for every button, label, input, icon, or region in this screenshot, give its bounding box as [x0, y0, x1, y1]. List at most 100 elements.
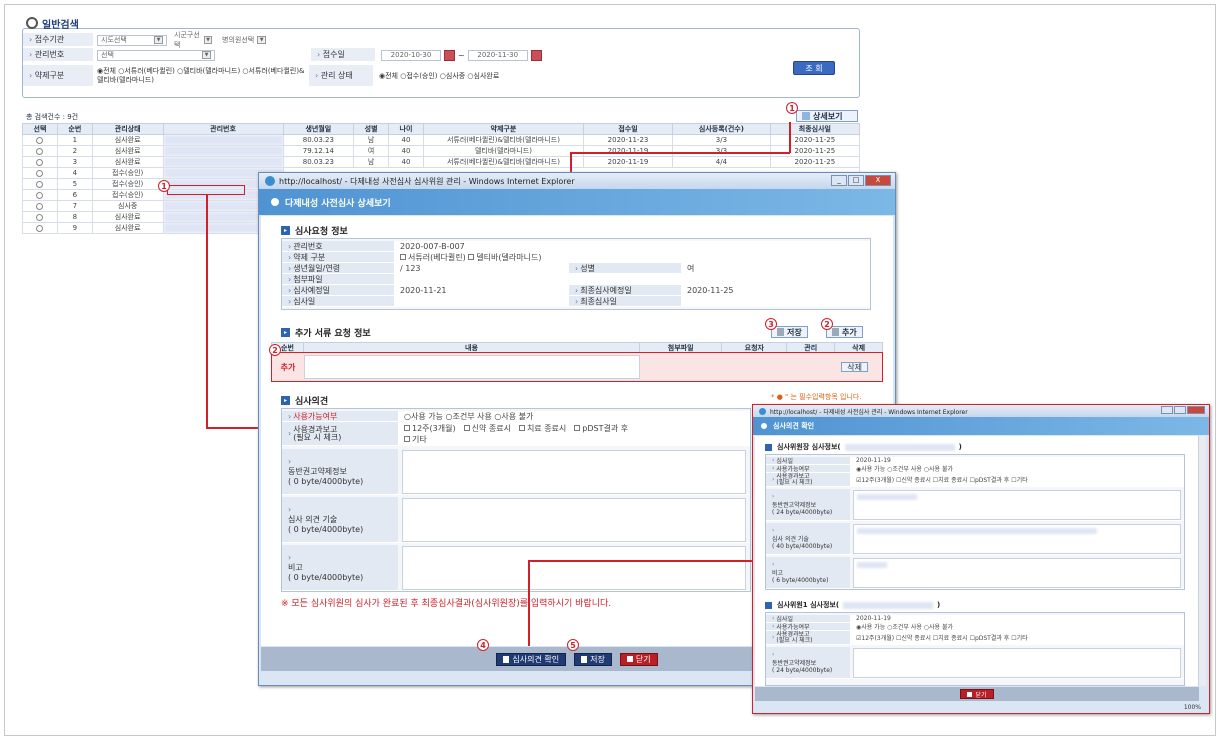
- concomitant-textarea[interactable]: [402, 449, 746, 494]
- date-to-input[interactable]: 2020-11-30: [467, 49, 528, 61]
- section-icon: [765, 443, 772, 451]
- row-radio[interactable]: [36, 180, 44, 188]
- receipt-date-label: 접수일: [311, 48, 375, 62]
- save-button[interactable]: 저장: [574, 652, 612, 666]
- minimize-button[interactable]: _: [831, 175, 847, 186]
- close-window-button[interactable]: X: [865, 175, 891, 186]
- close-window-button[interactable]: [1187, 406, 1205, 414]
- manage-no-label: 관리번호: [23, 48, 93, 62]
- table-row[interactable]: 2 심사완료 79.12.14 여 40 델티바(델라마니드) 2020-11-19 3/3 2…: [22, 145, 861, 157]
- opinion-section-title: ▸ 심사의견: [281, 394, 328, 407]
- document-icon: [503, 655, 510, 663]
- byte-counter: ( 0 byte/4000byte): [288, 573, 364, 582]
- row-radio[interactable]: [36, 136, 44, 144]
- row-radio[interactable]: [36, 169, 44, 177]
- close-button[interactable]: 닫기: [619, 652, 658, 666]
- scrollbar[interactable]: [1198, 436, 1206, 686]
- search-icon: [26, 17, 38, 29]
- sigungu-select[interactable]: 시군구선택 ▼: [171, 31, 215, 49]
- result-label: 사용경과보고 (필요 시 체크): [282, 422, 398, 445]
- chair-form: 심사일2020-11-19 사용가능여부◉사용 가능 ○조건부 사용 ○사용 불…: [765, 454, 1185, 590]
- detail-view-button[interactable]: 상세보기: [796, 110, 858, 122]
- drug-type-radios[interactable]: ◉전체 ○서튜러(베다퀼린) ○델티바(델라마니드) ○서튜러(베다퀼린)&델티…: [93, 67, 309, 85]
- close-icon: [967, 691, 973, 697]
- add-icon: [832, 328, 839, 336]
- section-icon: ▸: [281, 396, 290, 405]
- status-label: 관리 상태: [309, 65, 373, 87]
- col-header: 접수일: [582, 123, 674, 135]
- delete-button[interactable]: 삭제: [841, 362, 868, 372]
- review-plan-value: 2020-11-21: [394, 285, 569, 295]
- opinion-banner: 심사의견 확인: [753, 417, 1209, 435]
- row-radio[interactable]: [36, 147, 44, 155]
- col-header: 관리번호: [162, 123, 284, 135]
- minimize-button[interactable]: [1161, 406, 1173, 414]
- window-title: http://localhost/ - 다제내성 사전심사 심사위원 관리 - …: [279, 176, 575, 186]
- final-review-warning: ※ 모든 심사위원의 심사가 완료된 후 최종심사결과(심사위원장)를 입력하시…: [281, 599, 612, 609]
- date-separator: ~: [458, 50, 465, 60]
- opinion-label: 심사 의견 기술: [288, 515, 338, 524]
- col-header: 최종심사일: [769, 123, 861, 135]
- chevron-down-icon: ▼: [202, 51, 211, 59]
- extra-content-textarea[interactable]: [304, 355, 640, 379]
- zoom-level[interactable]: 100%: [1184, 704, 1201, 711]
- result-count: 총 검색건수 : 9건: [26, 113, 79, 121]
- close-button[interactable]: 닫기: [960, 689, 994, 699]
- save-extra-button[interactable]: 저장: [771, 326, 808, 338]
- date-from-input[interactable]: 2020-10-30: [381, 49, 441, 61]
- table-row[interactable]: 1 심사완료 80.03.23 남 40 서튜러(베다퀼린)&델티바(델라마니드) 2020…: [22, 134, 861, 146]
- status-radios[interactable]: ◉전체 ○접수(승인) ○심사중 ○심사완료: [373, 71, 499, 81]
- chevron-down-icon: ▼: [154, 36, 163, 44]
- calendar-icon[interactable]: [444, 49, 455, 61]
- bullet-icon: [761, 423, 767, 429]
- table-row[interactable]: 3 심사완료 80.03.23 남 40 서튜러(베다퀼린)&델티바(델라마니드) 2020…: [22, 156, 861, 168]
- usable-radios[interactable]: ○사용 가능 ○조건부 사용 ○사용 불가: [398, 411, 750, 421]
- window-titlebar: http://localhost/ - 다제내성 사전심사 관리 - Windo…: [753, 405, 1209, 417]
- checkbox[interactable]: [468, 254, 475, 260]
- extra-input-row: 추가 삭제: [271, 352, 883, 382]
- chair-section-title: 심사위원장 심사정보(): [765, 442, 962, 452]
- callout-2: 2: [269, 344, 281, 356]
- blurred-cell: [162, 156, 284, 168]
- sido-select[interactable]: 시도선택 ▼: [97, 34, 167, 46]
- search-button[interactable]: 조 회: [793, 61, 835, 75]
- callout-5: 5: [567, 639, 579, 651]
- manage-no-row: 관리번호 선택▼ 접수일 2020-10-30 ~ 2020-11-30: [23, 48, 859, 62]
- byte-counter: ( 0 byte/4000byte): [288, 477, 364, 486]
- concomitant-label: 동반권고약제정보: [288, 467, 347, 476]
- window-titlebar: http://localhost/ - 다제내성 사전심사 심사위원 관리 - …: [259, 173, 895, 189]
- opinion-textarea: [853, 523, 1181, 554]
- opinion-textarea[interactable]: [402, 497, 746, 542]
- row-radio[interactable]: [36, 191, 44, 199]
- manage-no-select[interactable]: 선택 ▼: [97, 49, 215, 61]
- blurred-name: [844, 443, 955, 451]
- maximize-button[interactable]: [1174, 406, 1186, 414]
- callout-2: 2: [821, 318, 833, 330]
- col-header: 성별: [353, 123, 390, 135]
- review-plan-label: 심사예정일: [282, 285, 394, 295]
- result-checkboxes[interactable]: 12주(3개월) 신약 종료시 치료 종료시 pDST결과 후 기타: [398, 422, 750, 445]
- member-section-title: 심사위원1 심사정보(): [765, 600, 940, 610]
- col-header: 순번: [56, 123, 93, 135]
- checkbox[interactable]: [400, 254, 406, 260]
- drug-type-row: 약제구분 ◉전체 ○서튜러(베다퀼린) ○델티바(델라마니드) ○서튜러(베다퀼…: [23, 65, 859, 87]
- row-radio[interactable]: [36, 224, 44, 232]
- confirm-opinion-button[interactable]: 심사의견 확인: [496, 652, 567, 666]
- col-header: 선택: [22, 123, 58, 135]
- calendar-icon[interactable]: [530, 49, 542, 61]
- remark-label: 비고: [288, 563, 303, 572]
- blurred-cell: [162, 145, 284, 157]
- save-icon: [581, 655, 588, 663]
- row-radio[interactable]: [36, 158, 44, 166]
- callout-1: 1: [786, 102, 798, 114]
- remark-textarea[interactable]: [402, 545, 746, 590]
- row-radio[interactable]: [36, 213, 44, 221]
- agency-row: 접수기관 시도선택▼ 시군구선택▼ 병의원선택▼: [23, 31, 859, 49]
- save-icon: [777, 328, 784, 336]
- table-header: 선택 순번 관리상태 관리번호 생년월일 성별 나이 약제구분 접수일 심사등록…: [22, 123, 861, 135]
- maximize-button[interactable]: □: [848, 175, 864, 186]
- row-radio[interactable]: [36, 202, 44, 210]
- sex-value: 여: [681, 263, 870, 273]
- hospital-select[interactable]: 병의원선택 ▼: [219, 34, 279, 46]
- connector-line: [528, 560, 752, 562]
